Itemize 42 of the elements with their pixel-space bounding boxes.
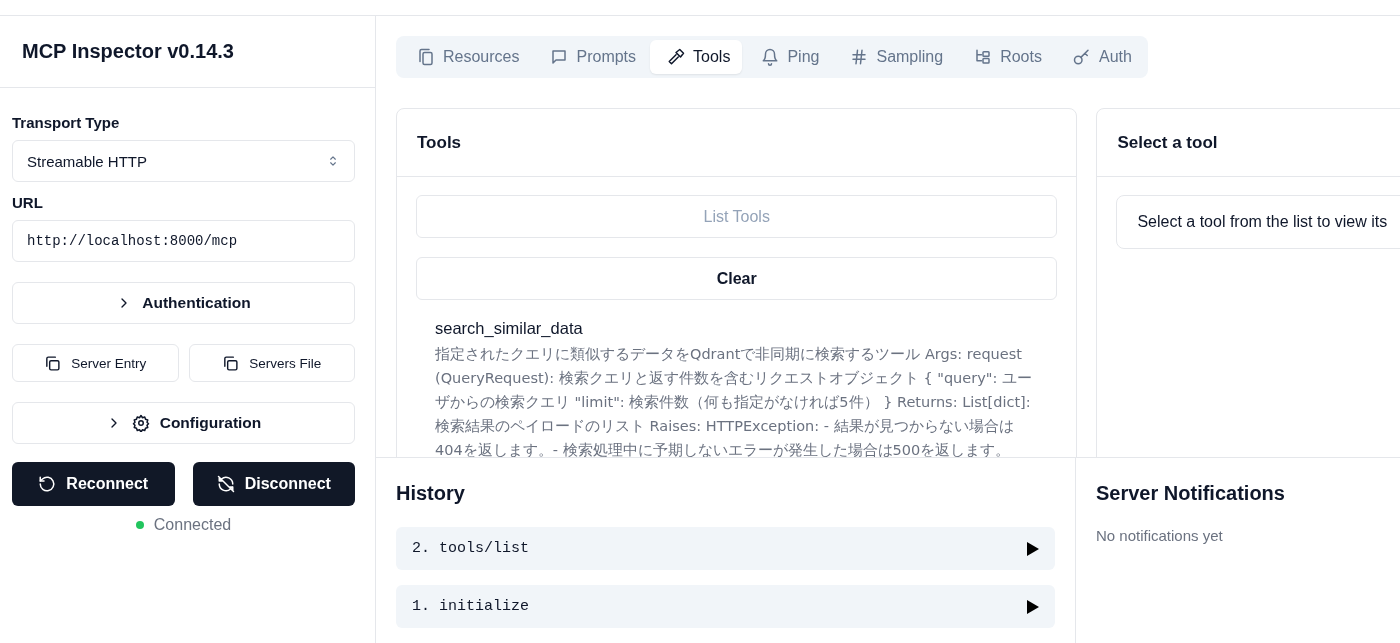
tab[interactable]: Prompts	[533, 40, 649, 74]
tab[interactable]: Resources	[400, 40, 532, 74]
clear-button[interactable]: Clear	[416, 257, 1058, 300]
transport-select[interactable]: Streamable HTTP	[12, 140, 355, 182]
reconnect-button[interactable]: Reconnect	[12, 462, 175, 506]
tab[interactable]: Sampling	[833, 40, 956, 74]
history-item[interactable]: 2. tools/list	[396, 527, 1055, 570]
bell-icon	[761, 48, 780, 66]
panel-title: Tools	[397, 109, 1077, 177]
field-label: URL	[12, 194, 44, 211]
tool-description: 指定されたクエリに類似するデータをQdrantで非同期に検索するツール Args: request (QueryRequest): 検索クエリと返す件数を含むリクエストオブジェクト { "query": ユーザからの検索クエリ "limit": 検索件数（何も指定がなければ5件） } Returns: List[dict]: 検索結果のペイロードのリスト Raises: HTTPException: - 結果が見つからない場合は404を返します。- 検索処理中に予期しないエラーが発生した場合は500を返します。	[435, 345, 1033, 457]
copy-icon	[222, 354, 240, 372]
configuration-button[interactable]: Configuration	[12, 402, 355, 444]
rotate-icon	[38, 475, 57, 493]
app-title: MCP Inspector v0.14.3	[22, 40, 234, 63]
tool-name[interactable]: search_similar_data	[435, 319, 1039, 338]
tab[interactable]: Tools	[650, 40, 743, 74]
field-label: Transport Type	[12, 114, 121, 131]
url-field[interactable]: http://localhost:8000/mcp	[12, 220, 355, 262]
section-title: History	[396, 482, 466, 505]
tab[interactable]: Roots	[957, 40, 1054, 74]
empty-message: Select a tool from the list to view its	[1116, 195, 1400, 249]
settings-icon	[131, 414, 150, 432]
files-icon	[417, 48, 435, 66]
tree-icon	[974, 48, 993, 66]
authentication-button[interactable]: Authentication	[12, 282, 355, 324]
copy-button[interactable]: Server Entry	[12, 344, 179, 382]
copy-icon	[44, 354, 62, 372]
chat-bubble-icon	[550, 48, 569, 66]
tab[interactable]: Auth	[1055, 40, 1144, 74]
disconnect-button[interactable]: Disconnect	[192, 462, 355, 506]
tab[interactable]: Ping	[744, 40, 832, 74]
history-item[interactable]: 1. initialize	[396, 585, 1055, 628]
connection-status: Connected	[153, 516, 232, 534]
key-icon	[1072, 48, 1091, 66]
copy-button[interactable]: Servers File	[188, 344, 355, 382]
hammer-icon	[667, 48, 686, 66]
hash-icon	[850, 48, 869, 66]
empty-message: No notifications yet	[1096, 527, 1224, 544]
unlink-icon	[216, 475, 235, 493]
panel-title: Select a tool	[1097, 109, 1400, 177]
section-title: Server Notifications	[1096, 482, 1286, 505]
